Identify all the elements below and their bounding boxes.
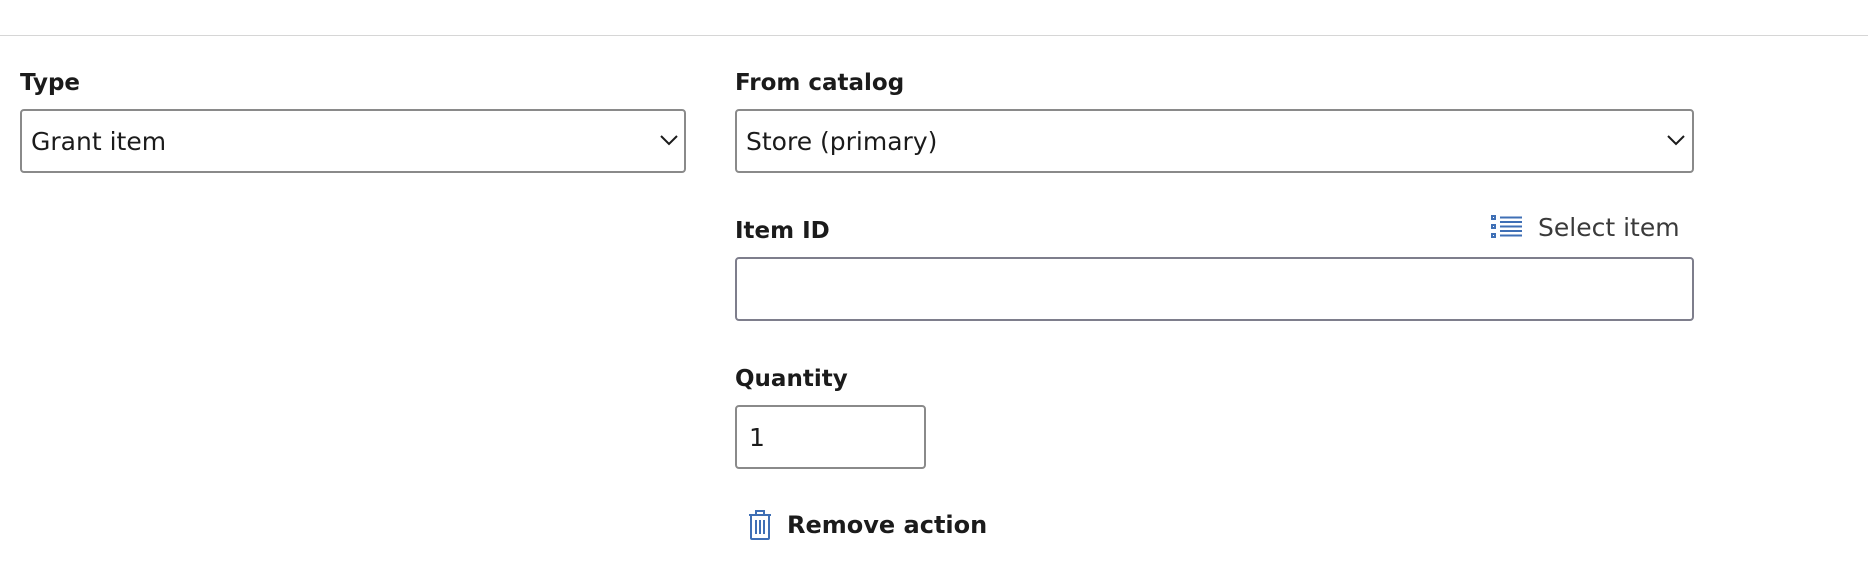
item-id-input[interactable]: [735, 257, 1694, 321]
select-item-label: Select item: [1538, 212, 1680, 242]
chevron-down-icon: [660, 135, 678, 146]
catalog-select-value: Store (primary): [746, 127, 938, 156]
quantity-label: Quantity: [735, 366, 848, 392]
action-editor: Type Grant item From catalog Store (prim…: [0, 0, 1868, 574]
chevron-down-icon: [1667, 135, 1685, 146]
catalog-label: From catalog: [735, 70, 905, 96]
catalog-select[interactable]: Store (primary): [735, 109, 1694, 173]
type-select-value: Grant item: [31, 127, 167, 156]
quantity-input[interactable]: [735, 405, 926, 469]
type-label: Type: [20, 70, 81, 96]
remove-action-label: Remove action: [787, 511, 988, 539]
type-select[interactable]: Grant item: [20, 109, 686, 173]
trash-icon: [749, 510, 771, 540]
item-id-label: Item ID: [735, 218, 830, 244]
list-icon: [1491, 215, 1522, 238]
select-item-link[interactable]: Select item: [1490, 210, 1680, 244]
top-divider: [0, 35, 1868, 36]
remove-action-button[interactable]: Remove action: [747, 508, 987, 542]
